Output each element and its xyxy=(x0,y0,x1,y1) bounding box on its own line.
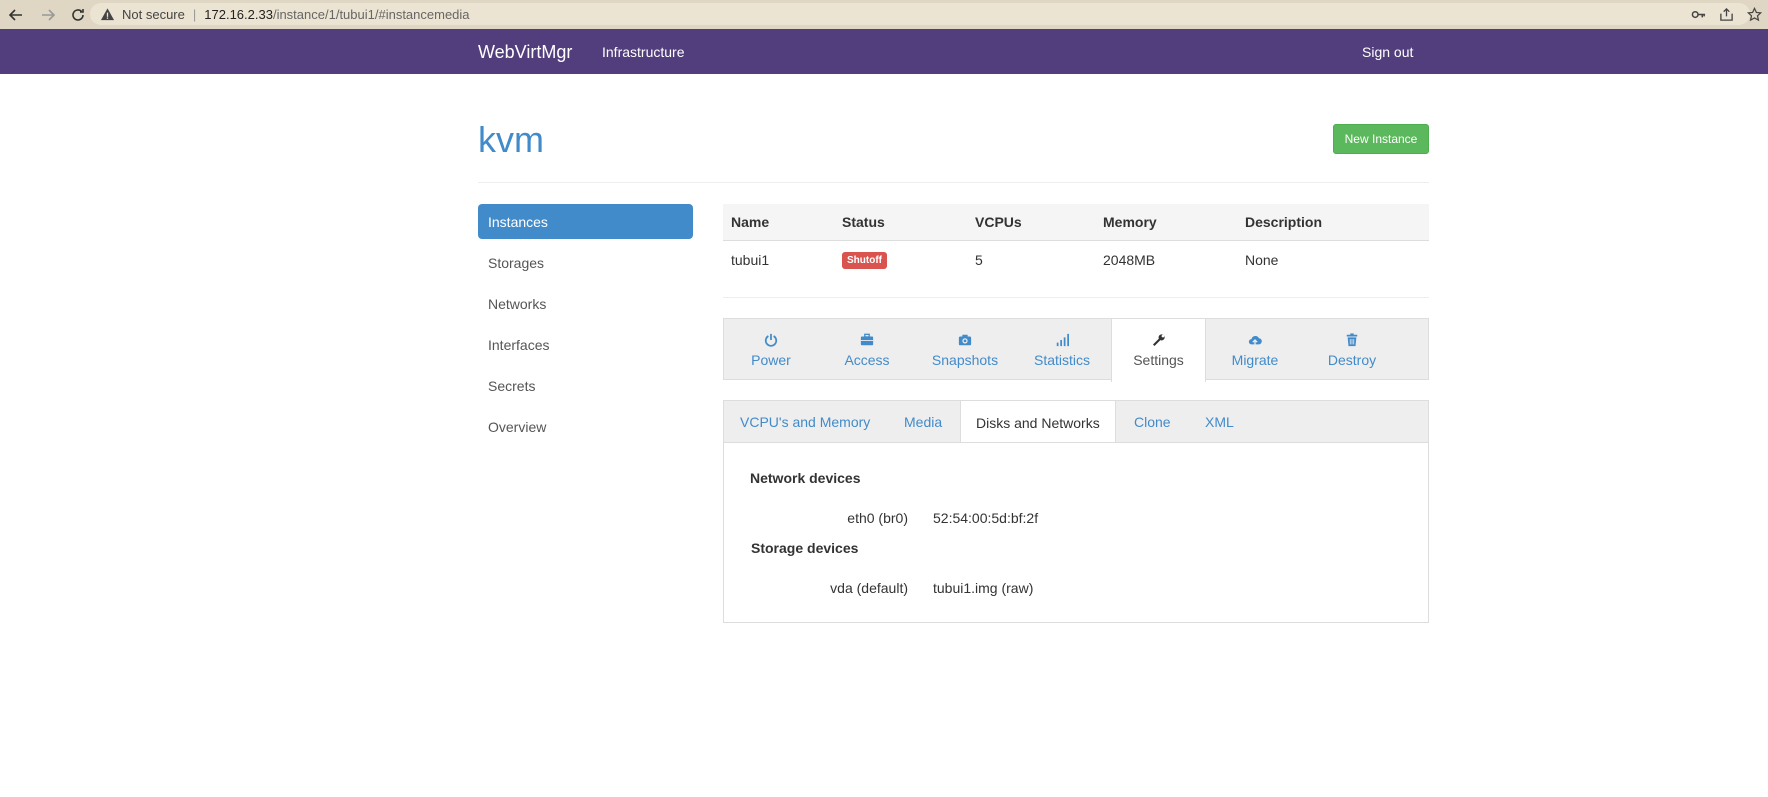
column-header-status: Status xyxy=(842,214,885,230)
brand-link[interactable]: WebVirtMgr xyxy=(478,42,572,63)
briefcase-icon xyxy=(860,333,874,345)
tab-label: Migrate xyxy=(1231,351,1279,368)
url-path: /instance/1/tubui1/#instancemedia xyxy=(272,6,470,22)
column-header-name: Name xyxy=(731,214,770,230)
stats-icon xyxy=(1056,333,1069,346)
instance-name: tubui1 xyxy=(731,251,770,268)
arrow-right-icon xyxy=(42,8,56,21)
not-secure-label: Not secure xyxy=(122,6,185,22)
storage-devices-title: Storage devices xyxy=(751,540,859,556)
forward-button[interactable] xyxy=(36,3,60,27)
column-header-vcpus: VCPUs xyxy=(975,214,1022,230)
sidebar-item-storages[interactable]: Storages xyxy=(478,245,693,280)
column-header-description: Description xyxy=(1245,214,1323,230)
subtab-disks-networks[interactable]: Disks and Networks xyxy=(960,400,1116,444)
sidebar: Instances Storages Networks Interfaces S… xyxy=(478,204,693,450)
instance-vcpus: 5 xyxy=(975,251,983,268)
trash-icon xyxy=(1346,332,1358,346)
page-title: kvm xyxy=(478,119,544,160)
tab-label: Settings xyxy=(1133,352,1184,368)
subtab-vcpus-memory[interactable]: VCPU's and Memory xyxy=(740,401,870,443)
browser-toolbar: Not secure | 172.16.2.33/instance/1/tubu… xyxy=(0,0,1768,29)
divider xyxy=(723,297,1429,298)
status-badge: Shutoff xyxy=(842,252,887,269)
settings-subtabs: VCPU's and Memory Media Disks and Networ… xyxy=(723,400,1429,444)
tab-destroy[interactable]: Destroy xyxy=(1304,319,1400,381)
star-icon xyxy=(1746,7,1762,22)
sidebar-item-secrets[interactable]: Secrets xyxy=(478,368,693,403)
camera-icon xyxy=(958,334,972,345)
disks-networks-panel: Network devices eth0 (br0) 52:54:00:5d:b… xyxy=(723,442,1429,623)
new-instance-button[interactable]: New Instance xyxy=(1333,124,1429,154)
key-icon xyxy=(1691,10,1705,19)
tab-access[interactable]: Access xyxy=(818,319,916,381)
cloud-upload-icon xyxy=(1248,335,1262,346)
sidebar-item-overview[interactable]: Overview xyxy=(478,409,693,444)
back-button[interactable] xyxy=(4,3,28,27)
url-host: 172.16.2.33 xyxy=(204,6,273,22)
browser-actions xyxy=(1684,0,1768,29)
subtab-clone[interactable]: Clone xyxy=(1134,401,1171,443)
network-devices-title: Network devices xyxy=(750,470,861,486)
tab-label: Snapshots xyxy=(931,351,999,368)
storage-device-label: vda (default) xyxy=(830,580,908,596)
instance-memory: 2048MB xyxy=(1103,251,1156,268)
table-header: Name Status VCPUs Memory Description xyxy=(723,204,1429,241)
nav-link-infrastructure[interactable]: Infrastructure xyxy=(602,44,684,60)
action-tabs: Power Access Snapshots Statistics Settin… xyxy=(723,318,1429,382)
network-device-label: eth0 (br0) xyxy=(847,510,908,526)
tab-power[interactable]: Power xyxy=(724,319,818,381)
sidebar-item-networks[interactable]: Networks xyxy=(478,286,693,321)
column-header-memory: Memory xyxy=(1103,214,1157,230)
password-key-button[interactable] xyxy=(1684,7,1712,22)
tab-label: Access xyxy=(844,351,890,368)
table-row: tubui1 Shutoff 5 2048MB None xyxy=(723,241,1429,278)
share-button[interactable] xyxy=(1712,7,1740,22)
sidebar-item-instances[interactable]: Instances xyxy=(478,204,693,239)
tab-label: Destroy xyxy=(1327,351,1377,368)
reload-icon xyxy=(72,8,84,21)
address-bar[interactable]: Not secure | 172.16.2.33/instance/1/tubu… xyxy=(90,3,1750,25)
subtab-xml[interactable]: XML xyxy=(1205,401,1234,443)
wrench-icon xyxy=(1152,334,1165,346)
instance-table: Name Status VCPUs Memory Description tub… xyxy=(723,204,1429,278)
reload-button[interactable] xyxy=(66,3,90,27)
instance-description: None xyxy=(1245,251,1279,268)
divider xyxy=(478,182,1429,183)
tab-label: Statistics xyxy=(1033,351,1090,368)
subtab-media[interactable]: Media xyxy=(904,401,942,443)
sign-out-link[interactable]: Sign out xyxy=(1362,44,1413,60)
tab-settings[interactable]: Settings xyxy=(1111,318,1206,382)
share-icon xyxy=(1719,7,1733,21)
warning-icon xyxy=(100,6,116,22)
tab-statistics[interactable]: Statistics xyxy=(1014,319,1110,381)
storage-device-file: tubui1.img (raw) xyxy=(933,580,1034,596)
tab-migrate[interactable]: Migrate xyxy=(1206,319,1304,381)
bookmark-button[interactable] xyxy=(1740,7,1768,22)
tab-snapshots[interactable]: Snapshots xyxy=(916,319,1014,381)
network-device-mac: 52:54:00:5d:bf:2f xyxy=(933,510,1039,526)
arrow-left-icon xyxy=(8,8,22,21)
top-navbar: WebVirtMgr Infrastructure Sign out xyxy=(0,29,1768,74)
power-icon xyxy=(764,333,778,347)
tab-label: Power xyxy=(751,351,791,368)
sidebar-item-interfaces[interactable]: Interfaces xyxy=(478,327,693,362)
separator: | xyxy=(192,6,197,22)
status-cell: Shutoff xyxy=(834,250,967,269)
